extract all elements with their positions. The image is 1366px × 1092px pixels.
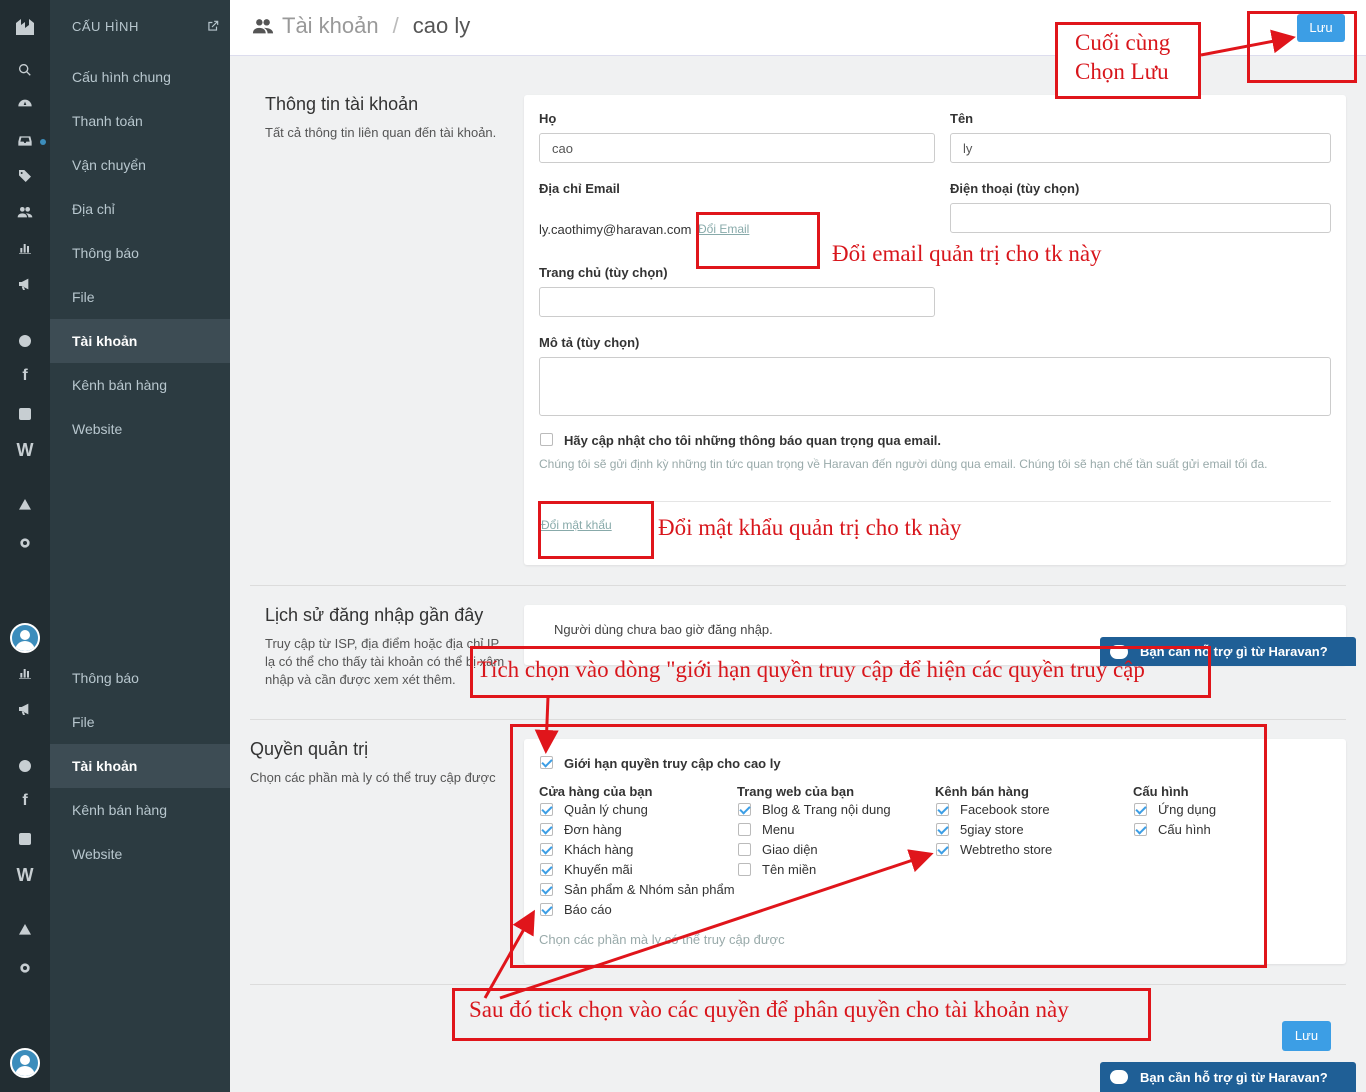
annotation-text: Cuối cùng bbox=[1075, 30, 1171, 55]
annotation-box-save bbox=[1247, 11, 1357, 83]
menu-item-account[interactable]: Tài khoản bbox=[50, 744, 230, 788]
notification-dot bbox=[40, 139, 46, 145]
webtretho-icon[interactable]: W bbox=[14, 864, 36, 886]
dashboard-icon[interactable] bbox=[14, 94, 36, 116]
account-card bbox=[524, 95, 1346, 565]
facebook-icon[interactable]: f bbox=[14, 365, 36, 387]
icon-rail: f W f W bbox=[0, 0, 50, 1092]
notify-label: Hãy cập nhật cho tôi những thông báo qua… bbox=[564, 433, 942, 448]
menu-item-payment[interactable]: Thanh toán bbox=[50, 99, 230, 143]
webtretho-icon[interactable]: W bbox=[14, 439, 36, 461]
reports-icon[interactable] bbox=[14, 237, 36, 259]
notify-help: Chúng tôi sẽ gửi định kỳ những tin tức q… bbox=[539, 457, 1268, 471]
megaphone-icon[interactable] bbox=[14, 273, 36, 295]
history-empty-text: Người dùng chưa bao giờ đăng nhập. bbox=[554, 622, 773, 637]
notify-checkbox[interactable] bbox=[540, 433, 553, 446]
homepage-label: Trang chủ (tùy chọn) bbox=[539, 265, 668, 280]
last-name-input[interactable]: cao bbox=[539, 133, 935, 163]
menu-item-sales-channels[interactable]: Kênh bán hàng bbox=[50, 363, 230, 407]
annotation-note-save: Cuối cùng Chọn Lưu bbox=[1055, 22, 1201, 99]
menu-header: CẤU HÌNH bbox=[72, 19, 139, 34]
megaphone-icon[interactable] bbox=[14, 698, 36, 720]
menu-item-file[interactable]: File bbox=[50, 700, 230, 744]
description-label: Mô tả (tùy chọn) bbox=[539, 335, 640, 350]
reports-icon[interactable] bbox=[14, 662, 36, 684]
section-title: Lịch sử đăng nhập gần đây bbox=[265, 605, 484, 625]
menu-item-sales-channels[interactable]: Kênh bán hàng bbox=[50, 788, 230, 832]
gear-icon[interactable] bbox=[14, 532, 36, 554]
users-icon[interactable] bbox=[14, 201, 36, 223]
users-icon bbox=[252, 19, 274, 34]
menu-item-notifications[interactable]: Thông báo bbox=[50, 231, 230, 275]
gear-icon[interactable] bbox=[14, 957, 36, 979]
menu-item-general[interactable]: Cấu hình chung bbox=[50, 55, 230, 99]
phone-input[interactable] bbox=[950, 203, 1331, 233]
external-link-icon[interactable] bbox=[206, 19, 220, 33]
menu-item-shipping[interactable]: Vận chuyển bbox=[50, 143, 230, 187]
breadcrumb: Tài khoản / cao ly bbox=[250, 13, 470, 39]
section-description: Chọn các phần mà ly có thể truy cập được bbox=[250, 770, 496, 785]
section-title: Quyền quản trị bbox=[250, 739, 369, 759]
menu-item-website[interactable]: Website bbox=[50, 832, 230, 876]
description-textarea[interactable] bbox=[539, 357, 1331, 416]
email-value: ly.caothimy@haravan.com bbox=[539, 222, 692, 237]
annotation-box-password bbox=[538, 501, 654, 559]
apps-icon[interactable] bbox=[14, 919, 36, 941]
first-name-label: Tên bbox=[950, 111, 974, 126]
section-divider bbox=[250, 984, 1346, 985]
globe-icon[interactable] bbox=[14, 755, 36, 777]
section-divider bbox=[250, 719, 1346, 720]
homepage-input[interactable] bbox=[539, 287, 935, 317]
annotation-text: Đổi mật khẩu quản trị cho tk này bbox=[658, 515, 962, 540]
email-label: Địa chỉ Email bbox=[539, 181, 620, 196]
inbox-icon[interactable] bbox=[14, 130, 36, 152]
menu-item-account[interactable]: Tài khoản bbox=[50, 319, 230, 363]
chat-bubble-icon bbox=[1110, 1070, 1128, 1084]
globe-icon[interactable] bbox=[14, 330, 36, 352]
annotation-box-permissions bbox=[510, 724, 1267, 968]
phone-label: Điện thoại (tùy chọn) bbox=[950, 181, 1080, 196]
menu-item-website[interactable]: Website bbox=[50, 407, 230, 451]
avatar[interactable] bbox=[10, 1048, 40, 1078]
menu-item-notifications[interactable]: Thông báo bbox=[50, 656, 230, 700]
breadcrumb-section[interactable]: Tài khoản bbox=[282, 13, 379, 39]
divider bbox=[539, 501, 1331, 502]
section-title: Thông tin tài khoản bbox=[265, 94, 419, 114]
settings-menu: CẤU HÌNH Cấu hình chung Thanh toán Vận c… bbox=[50, 0, 230, 1092]
tags-icon[interactable] bbox=[14, 165, 36, 187]
support-label: Bạn cần hỗ trợ gì từ Haravan? bbox=[1140, 1069, 1328, 1085]
first-name-input[interactable]: ly bbox=[950, 133, 1331, 163]
search-icon[interactable] bbox=[14, 59, 36, 81]
breadcrumb-separator: / bbox=[392, 13, 399, 38]
menu-item-address[interactable]: Địa chỉ bbox=[50, 187, 230, 231]
5giay-icon[interactable] bbox=[14, 828, 36, 850]
annotation-text: Sau đó tick chọn vào các quyền để phân q… bbox=[469, 997, 1069, 1022]
haravan-logo-icon[interactable] bbox=[12, 14, 38, 40]
annotation-note-permissions: Sau đó tick chọn vào các quyền để phân q… bbox=[452, 988, 1151, 1041]
annotation-box-email bbox=[696, 212, 820, 269]
menu-item-file[interactable]: File bbox=[50, 275, 230, 319]
facebook-icon[interactable]: f bbox=[14, 790, 36, 812]
section-description: Tất cả thông tin liên quan đến tài khoản… bbox=[265, 125, 497, 140]
5giay-icon[interactable] bbox=[14, 403, 36, 425]
annotation-text: Đổi email quản trị cho tk này bbox=[832, 241, 1102, 266]
annotation-note-limit: Tích chọn vào dòng "giới hạn quyền truy … bbox=[470, 646, 1211, 698]
last-name-label: Họ bbox=[539, 111, 557, 126]
annotation-text: Tích chọn vào dòng "giới hạn quyền truy … bbox=[477, 657, 1145, 682]
support-chat-button[interactable]: Bạn cần hỗ trợ gì từ Haravan? bbox=[1100, 1062, 1356, 1092]
save-button-bottom[interactable]: Lưu bbox=[1282, 1021, 1331, 1051]
annotation-text: Chọn Lưu bbox=[1075, 59, 1169, 84]
section-divider bbox=[250, 585, 1346, 586]
apps-icon[interactable] bbox=[14, 494, 36, 516]
avatar[interactable] bbox=[10, 623, 40, 653]
page-title: cao ly bbox=[412, 13, 471, 38]
